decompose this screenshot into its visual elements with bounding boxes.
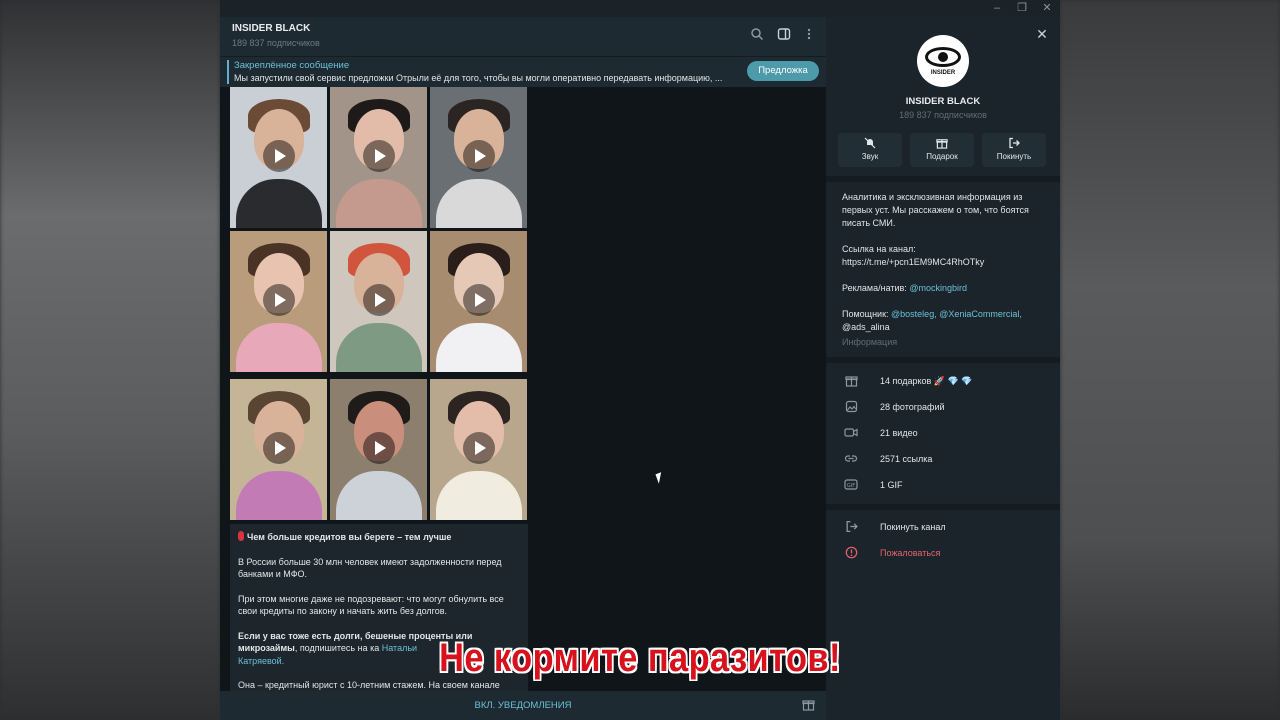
play-icon[interactable] <box>463 140 495 172</box>
report-button[interactable]: Пожаловаться <box>826 541 1060 567</box>
chat-header[interactable]: INSIDER BLACK 189 837 подписчиков <box>220 17 826 56</box>
enable-notifications-button[interactable]: ВКЛ. УВЕДОМЛЕНИЯ <box>220 691 826 720</box>
pinned-label: Закреплённое сообщение <box>234 60 350 71</box>
restore-button[interactable]: ❐ <box>1011 1 1033 16</box>
channel-description: Аналитика и эксклюзивная информация из п… <box>842 192 1029 228</box>
background-right <box>1060 0 1280 720</box>
channel-avatar: INSIDER <box>917 35 969 87</box>
play-icon[interactable] <box>263 284 295 316</box>
leave-icon <box>843 520 859 536</box>
pinned-message[interactable]: Закреплённое сообщение Мы запустили свой… <box>220 56 826 87</box>
chat-pane: INSIDER BLACK 189 837 подписчиков Закреп… <box>220 17 826 720</box>
pinned-indicator <box>227 60 229 84</box>
media-links[interactable]: 2571 ссылка <box>826 447 1060 473</box>
message-list[interactable]: Чем больше кредитов вы берете – тем лучш… <box>220 87 826 691</box>
ads-handle-link[interactable]: @mockingbird <box>909 283 967 293</box>
media-videos[interactable]: 21 видео <box>826 421 1060 447</box>
video-thumbnail[interactable] <box>230 231 327 372</box>
eye-logo-icon <box>925 47 961 67</box>
gift-icon <box>843 374 859 390</box>
play-icon[interactable] <box>463 284 495 316</box>
pinned-text: Мы запустили свой сервис предложки Отрыл… <box>234 73 723 83</box>
mute-button[interactable]: Звук <box>838 133 902 167</box>
video-thumbnail[interactable] <box>330 231 427 372</box>
suggest-button[interactable]: Предложка <box>747 61 819 81</box>
more-vertical-icon[interactable] <box>801 27 817 43</box>
play-icon[interactable] <box>263 432 295 464</box>
logo-text: INSIDER <box>930 70 956 76</box>
chat-subscribers: 189 837 подписчиков <box>232 38 320 48</box>
pin-emoji-icon <box>238 531 244 541</box>
minimize-button[interactable]: ‒ <box>986 1 1008 16</box>
search-icon[interactable] <box>749 27 765 43</box>
background-left <box>0 0 220 720</box>
video-thumbnail[interactable] <box>430 379 527 520</box>
helper-link-2[interactable]: @ads_alina <box>842 321 1042 334</box>
ads-contact: Реклама/натив: @mockingbird <box>842 283 967 293</box>
video-thumbnail[interactable] <box>330 379 427 520</box>
title-bar: ‒ ❐ ✕ <box>220 0 1060 17</box>
telegram-window: ‒ ❐ ✕ INSIDER BLACK 189 837 подписчиков … <box>220 0 1060 720</box>
video-thumbnail[interactable] <box>430 231 527 372</box>
video-thumbnail[interactable] <box>330 87 427 228</box>
channel-title: INSIDER BLACK <box>905 96 981 107</box>
gift-icon <box>910 133 974 152</box>
link-icon <box>843 452 859 468</box>
video-thumbnail[interactable] <box>430 87 527 228</box>
info-label: Информация <box>842 337 898 347</box>
video-icon <box>843 426 859 442</box>
photo-icon <box>843 400 859 416</box>
helpers-link[interactable]: @bosteleg, @XeniaCommercial, <box>891 309 1022 319</box>
bottom-bar: ВКЛ. УВЕДОМЛЕНИЯ <box>220 691 826 720</box>
mouse-cursor <box>655 472 665 484</box>
leave-button[interactable]: Покинуть <box>982 133 1046 167</box>
play-icon[interactable] <box>363 140 395 172</box>
channel-link-label: Ссылка на канал: <box>842 244 916 254</box>
divider <box>826 504 1060 510</box>
channel-subscribers: 189 837 подписчиков <box>899 110 987 120</box>
gift-icon[interactable] <box>800 698 816 714</box>
media-gifs[interactable]: GIF 1 GIF <box>826 473 1060 499</box>
close-icon[interactable]: ✕ <box>1034 26 1050 42</box>
post-paragraph: При этом многие даже не подозревают: что… <box>238 593 504 617</box>
divider <box>826 176 1060 182</box>
bell-off-icon <box>838 133 902 152</box>
leave-channel-button[interactable]: Покинуть канал <box>826 515 1060 541</box>
video-caption: Не кормите паразитов! <box>439 636 841 680</box>
channel-link[interactable]: https://t.me/+pcn1EM9MC4RhOTky <box>842 256 1042 269</box>
play-icon[interactable] <box>263 140 295 172</box>
sidebar-toggle-icon[interactable] <box>776 27 792 43</box>
chat-title: INSIDER BLACK <box>232 23 311 34</box>
gif-icon: GIF <box>843 478 859 494</box>
play-icon[interactable] <box>363 432 395 464</box>
media-photos[interactable]: 28 фотографий <box>826 395 1060 421</box>
post-headline: Чем больше кредитов вы берете – тем лучш… <box>238 531 520 544</box>
svg-text:GIF: GIF <box>847 483 855 489</box>
close-window-button[interactable]: ✕ <box>1036 1 1058 16</box>
video-thumbnail[interactable] <box>230 379 327 520</box>
gift-button[interactable]: Подарок <box>910 133 974 167</box>
video-thumbnail[interactable] <box>230 87 327 228</box>
warning-icon <box>843 546 859 562</box>
leave-icon <box>982 133 1046 152</box>
channel-info-panel: ✕ INSIDER INSIDER BLACK 189 837 подписчи… <box>826 17 1060 720</box>
media-gifts[interactable]: 14 подарков 🚀 💎 💎 <box>826 369 1060 395</box>
play-icon[interactable] <box>363 284 395 316</box>
divider <box>826 357 1060 363</box>
post-paragraph: В России больше 30 млн человек имеют зад… <box>238 556 502 580</box>
play-icon[interactable] <box>463 432 495 464</box>
helpers-contact: Помощник: @bosteleg, @XeniaCommercial, <box>842 309 1022 319</box>
